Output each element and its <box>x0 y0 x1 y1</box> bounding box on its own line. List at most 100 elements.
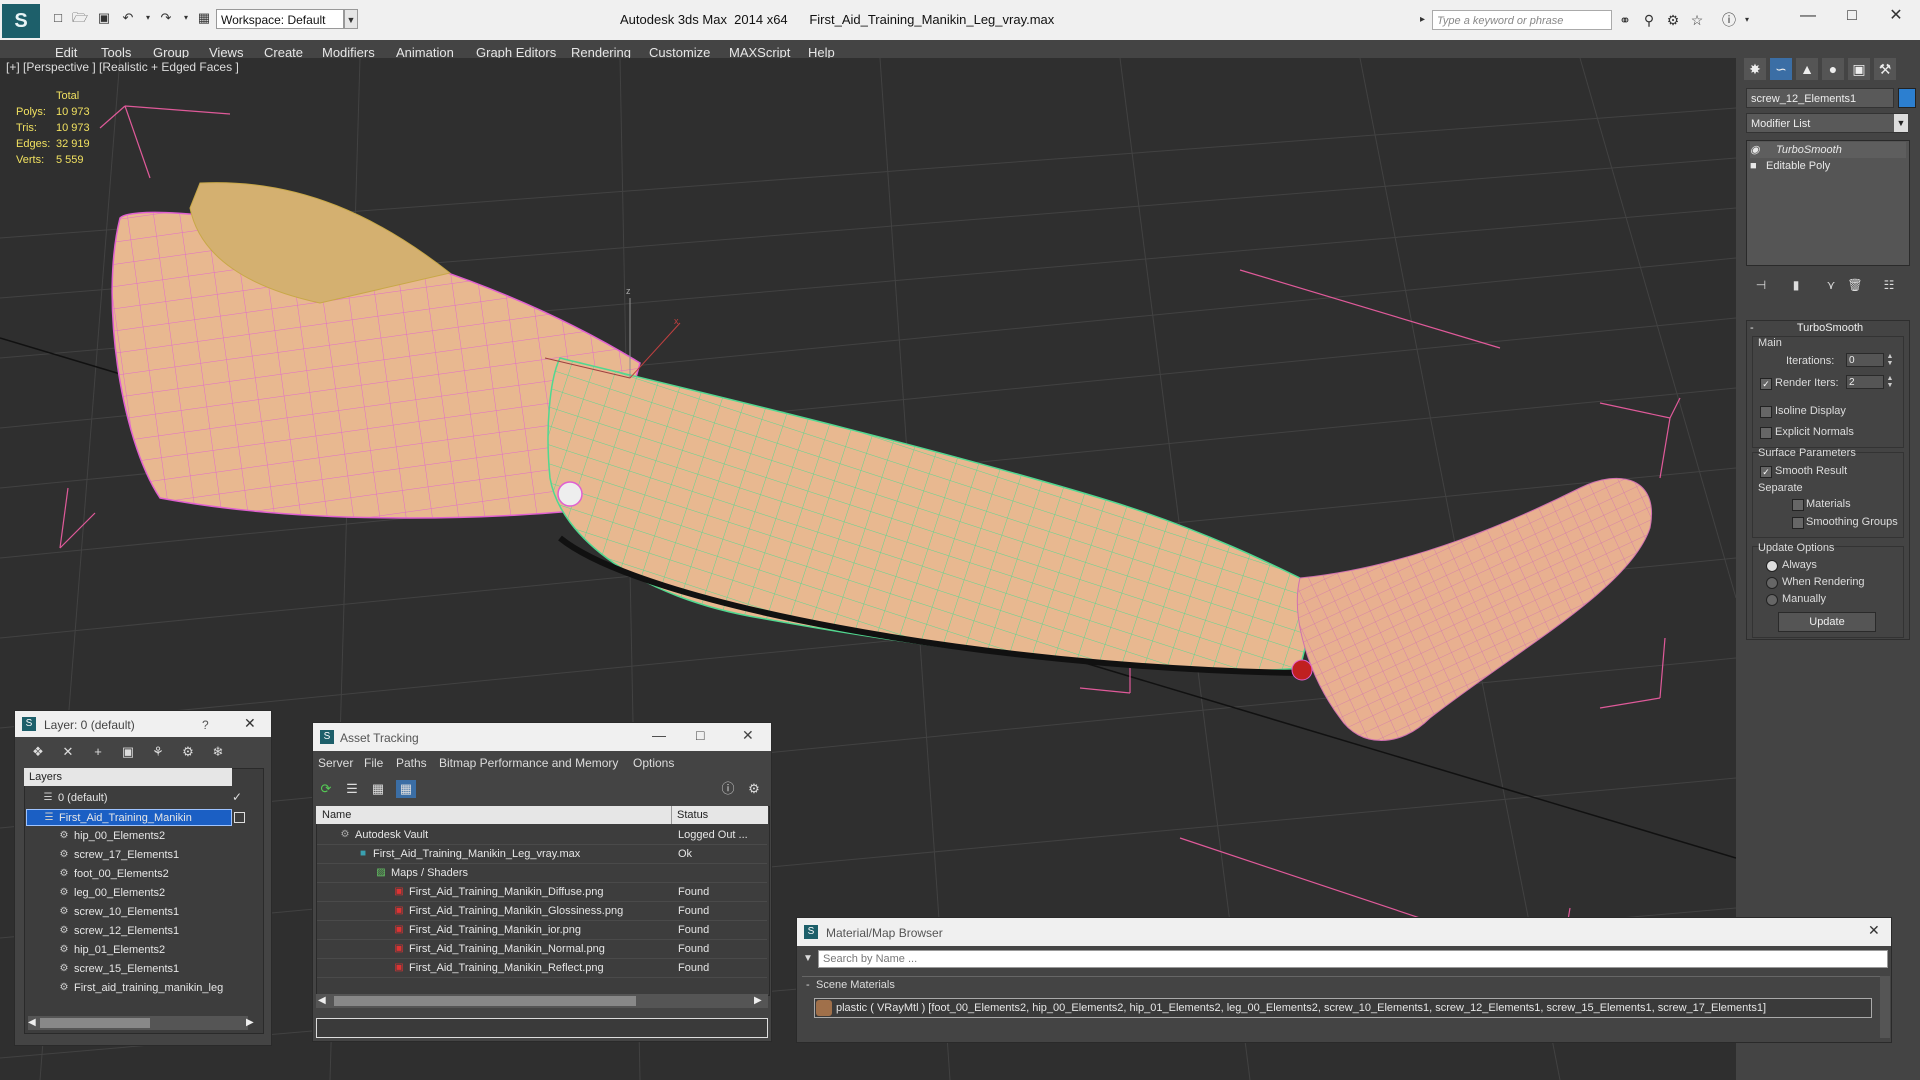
pin-stack-icon[interactable]: ⊣ <box>1752 276 1770 294</box>
highlight-layer-icon[interactable]: ⚘ <box>148 743 168 761</box>
open-file-icon[interactable]: 🗁 <box>72 10 88 26</box>
table-row[interactable]: ▣ First_Aid_Training_Manikin_Diffuse.png F… <box>317 883 767 902</box>
modifier-list-select[interactable]: Modifier List <box>1746 113 1908 133</box>
favorites-star-icon[interactable]: ☆ <box>1688 11 1706 29</box>
display-tab-icon[interactable]: ▣ <box>1848 58 1870 80</box>
layer-row[interactable]: ☰ 0 (default) <box>26 790 232 807</box>
table-row[interactable]: ■ First_Aid_Training_Manikin_Leg_vray.max… <box>317 845 767 864</box>
remove-modifier-icon[interactable]: 🗑 <box>1846 276 1864 294</box>
new-file-icon[interactable]: □ <box>50 10 66 26</box>
app-logo-icon[interactable]: S <box>2 4 40 38</box>
material-search-input[interactable]: Search by Name ... <box>818 950 1888 968</box>
object-name-field[interactable]: screw_12_Elements1 <box>1746 88 1894 108</box>
highlight-editor-icon[interactable]: ⚙ <box>744 780 764 798</box>
stack-item-editable-poly[interactable]: ■ Editable Poly <box>1750 158 1906 174</box>
render-iters-checkbox[interactable]: ✓ <box>1760 378 1772 390</box>
table-row[interactable]: ▨ Maps / Shaders <box>317 864 767 883</box>
hierarchy-tab-icon[interactable]: ▲ <box>1796 58 1818 80</box>
layer-row[interactable]: ⚙ screw_17_Elements1 <box>26 847 232 864</box>
minimize-icon[interactable]: — <box>1788 6 1828 26</box>
layer-row[interactable]: ⚙ First_aid_training_manikin_leg <box>26 980 232 997</box>
light-bulb-icon[interactable]: ◉ <box>1750 142 1764 158</box>
expand-icon[interactable]: ■ <box>1750 158 1764 174</box>
scroll-left-icon[interactable]: ◀ <box>28 1016 40 1030</box>
scroll-right-icon[interactable]: ▶ <box>246 1016 258 1030</box>
layer-row[interactable]: ⚙ screw_12_Elements1 <box>26 923 232 940</box>
scene-materials-label[interactable]: Scene Materials <box>816 979 895 991</box>
add-to-layer-icon[interactable]: + <box>88 743 108 761</box>
table-row[interactable]: ⚙ Autodesk Vault Logged Out ... <box>317 826 767 845</box>
active-layer-check-icon[interactable]: ✓ <box>232 790 242 804</box>
menu-server[interactable]: Server <box>318 756 353 770</box>
layers-column-header[interactable]: Layers <box>24 768 232 786</box>
layer-row[interactable]: ⚙ hip_00_Elements2 <box>26 828 232 845</box>
material-browser-titlebar[interactable] <box>797 918 1891 946</box>
search-input[interactable]: Type a keyword or phrase <box>1432 10 1612 30</box>
table-view-icon[interactable]: ▦ <box>396 780 416 798</box>
collapse-icon[interactable]: - <box>806 979 810 991</box>
close-icon[interactable]: ✕ <box>742 727 754 744</box>
layer-row[interactable]: ⚙ screw_15_Elements1 <box>26 961 232 978</box>
chevron-down-icon[interactable]: ▼ <box>1894 114 1908 132</box>
create-tab-icon[interactable]: ✸ <box>1744 58 1766 80</box>
always-radio[interactable] <box>1766 560 1778 572</box>
scrollbar-thumb[interactable] <box>40 1018 150 1028</box>
minimize-icon[interactable]: — <box>652 727 666 743</box>
layer-row[interactable]: ⚙ screw_10_Elements1 <box>26 904 232 921</box>
spinner-arrows-icon[interactable]: ▲ ▼ <box>1886 375 1894 389</box>
scrollbar-thumb[interactable] <box>334 996 636 1006</box>
refresh-icon[interactable]: ⟳ <box>316 780 336 798</box>
binoculars-icon[interactable]: ⚭ <box>1616 11 1634 29</box>
table-row[interactable]: ▣ First_Aid_Training_Manikin_Reflect.png F… <box>317 959 767 978</box>
menu-file[interactable]: File <box>364 756 383 770</box>
isoline-display-checkbox[interactable] <box>1760 406 1772 418</box>
table-row[interactable]: ▣ First_Aid_Training_Manikin_Glossiness.p… <box>317 902 767 921</box>
maximize-icon[interactable]: □ <box>696 727 704 743</box>
viewport-label[interactable]: [+] [Perspective ] [Realistic + Edged Fa… <box>6 60 239 74</box>
workspace-select[interactable]: Workspace: Default <box>216 9 344 29</box>
communication-icon[interactable]: ⚙ <box>1664 11 1682 29</box>
render-iters-spinner[interactable]: 2 <box>1846 375 1884 389</box>
layer-row[interactable]: ⚙ foot_00_Elements2 <box>26 866 232 883</box>
redo-icon[interactable]: ↷ <box>158 10 174 26</box>
chevron-down-icon[interactable]: ▼ <box>344 9 358 29</box>
save-file-icon[interactable]: ▣ <box>96 10 112 26</box>
close-icon[interactable]: ✕ <box>244 715 256 732</box>
help-icon[interactable]: ⓘ <box>718 780 738 798</box>
smoothing-groups-checkbox[interactable] <box>1792 517 1804 529</box>
close-icon[interactable]: ✕ <box>1876 6 1916 26</box>
column-header-name[interactable]: Name <box>316 806 672 824</box>
create-layer-icon[interactable]: ❖ <box>28 743 48 761</box>
modify-tab-icon[interactable]: ∽ <box>1770 58 1792 80</box>
layer-row[interactable]: ⚙ hip_01_Elements2 <box>26 942 232 959</box>
menu-options[interactable]: Options <box>633 756 674 770</box>
when-rendering-radio[interactable] <box>1766 577 1778 589</box>
scroll-left-icon[interactable]: ◀ <box>318 994 330 1008</box>
column-header-status[interactable]: Status <box>672 806 768 824</box>
delete-layer-icon[interactable]: ✕ <box>58 743 78 761</box>
details-view-icon[interactable]: ▦ <box>368 780 388 798</box>
help-dropdown-icon[interactable]: ▾ <box>1738 11 1756 29</box>
maximize-icon[interactable]: □ <box>1832 6 1872 26</box>
help-button[interactable]: ? <box>202 718 209 732</box>
iterations-spinner[interactable]: 0 <box>1846 353 1884 367</box>
help-icon[interactable]: ⓘ <box>1720 11 1738 29</box>
rollout-title[interactable]: TurboSmooth <box>1790 322 1870 334</box>
object-color-swatch[interactable] <box>1898 88 1916 108</box>
search-expand-icon[interactable]: ▸ <box>1420 11 1430 29</box>
hide-all-icon[interactable]: ⚙ <box>178 743 198 761</box>
layer-row[interactable]: ⚙ leg_00_Elements2 <box>26 885 232 902</box>
browser-options-icon[interactable]: ▼ <box>800 950 816 968</box>
utilities-tab-icon[interactable]: ⚒ <box>1874 58 1896 80</box>
spinner-arrows-icon[interactable]: ▲ ▼ <box>1886 353 1894 367</box>
manually-radio[interactable] <box>1766 594 1778 606</box>
table-row[interactable]: ▣ First_Aid_Training_Manikin_Normal.png Fo… <box>317 940 767 959</box>
show-end-result-icon[interactable]: ▮ <box>1787 276 1805 294</box>
update-button[interactable]: Update <box>1778 612 1876 632</box>
select-objects-icon[interactable]: ▣ <box>118 743 138 761</box>
path-field[interactable] <box>316 1018 768 1038</box>
project-folder-icon[interactable]: ▦ <box>196 10 212 26</box>
configure-modifier-sets-icon[interactable]: ☷ <box>1880 276 1898 294</box>
materials-checkbox[interactable] <box>1792 499 1804 511</box>
menu-bitmap-performance[interactable]: Bitmap Performance and Memory <box>439 756 618 770</box>
